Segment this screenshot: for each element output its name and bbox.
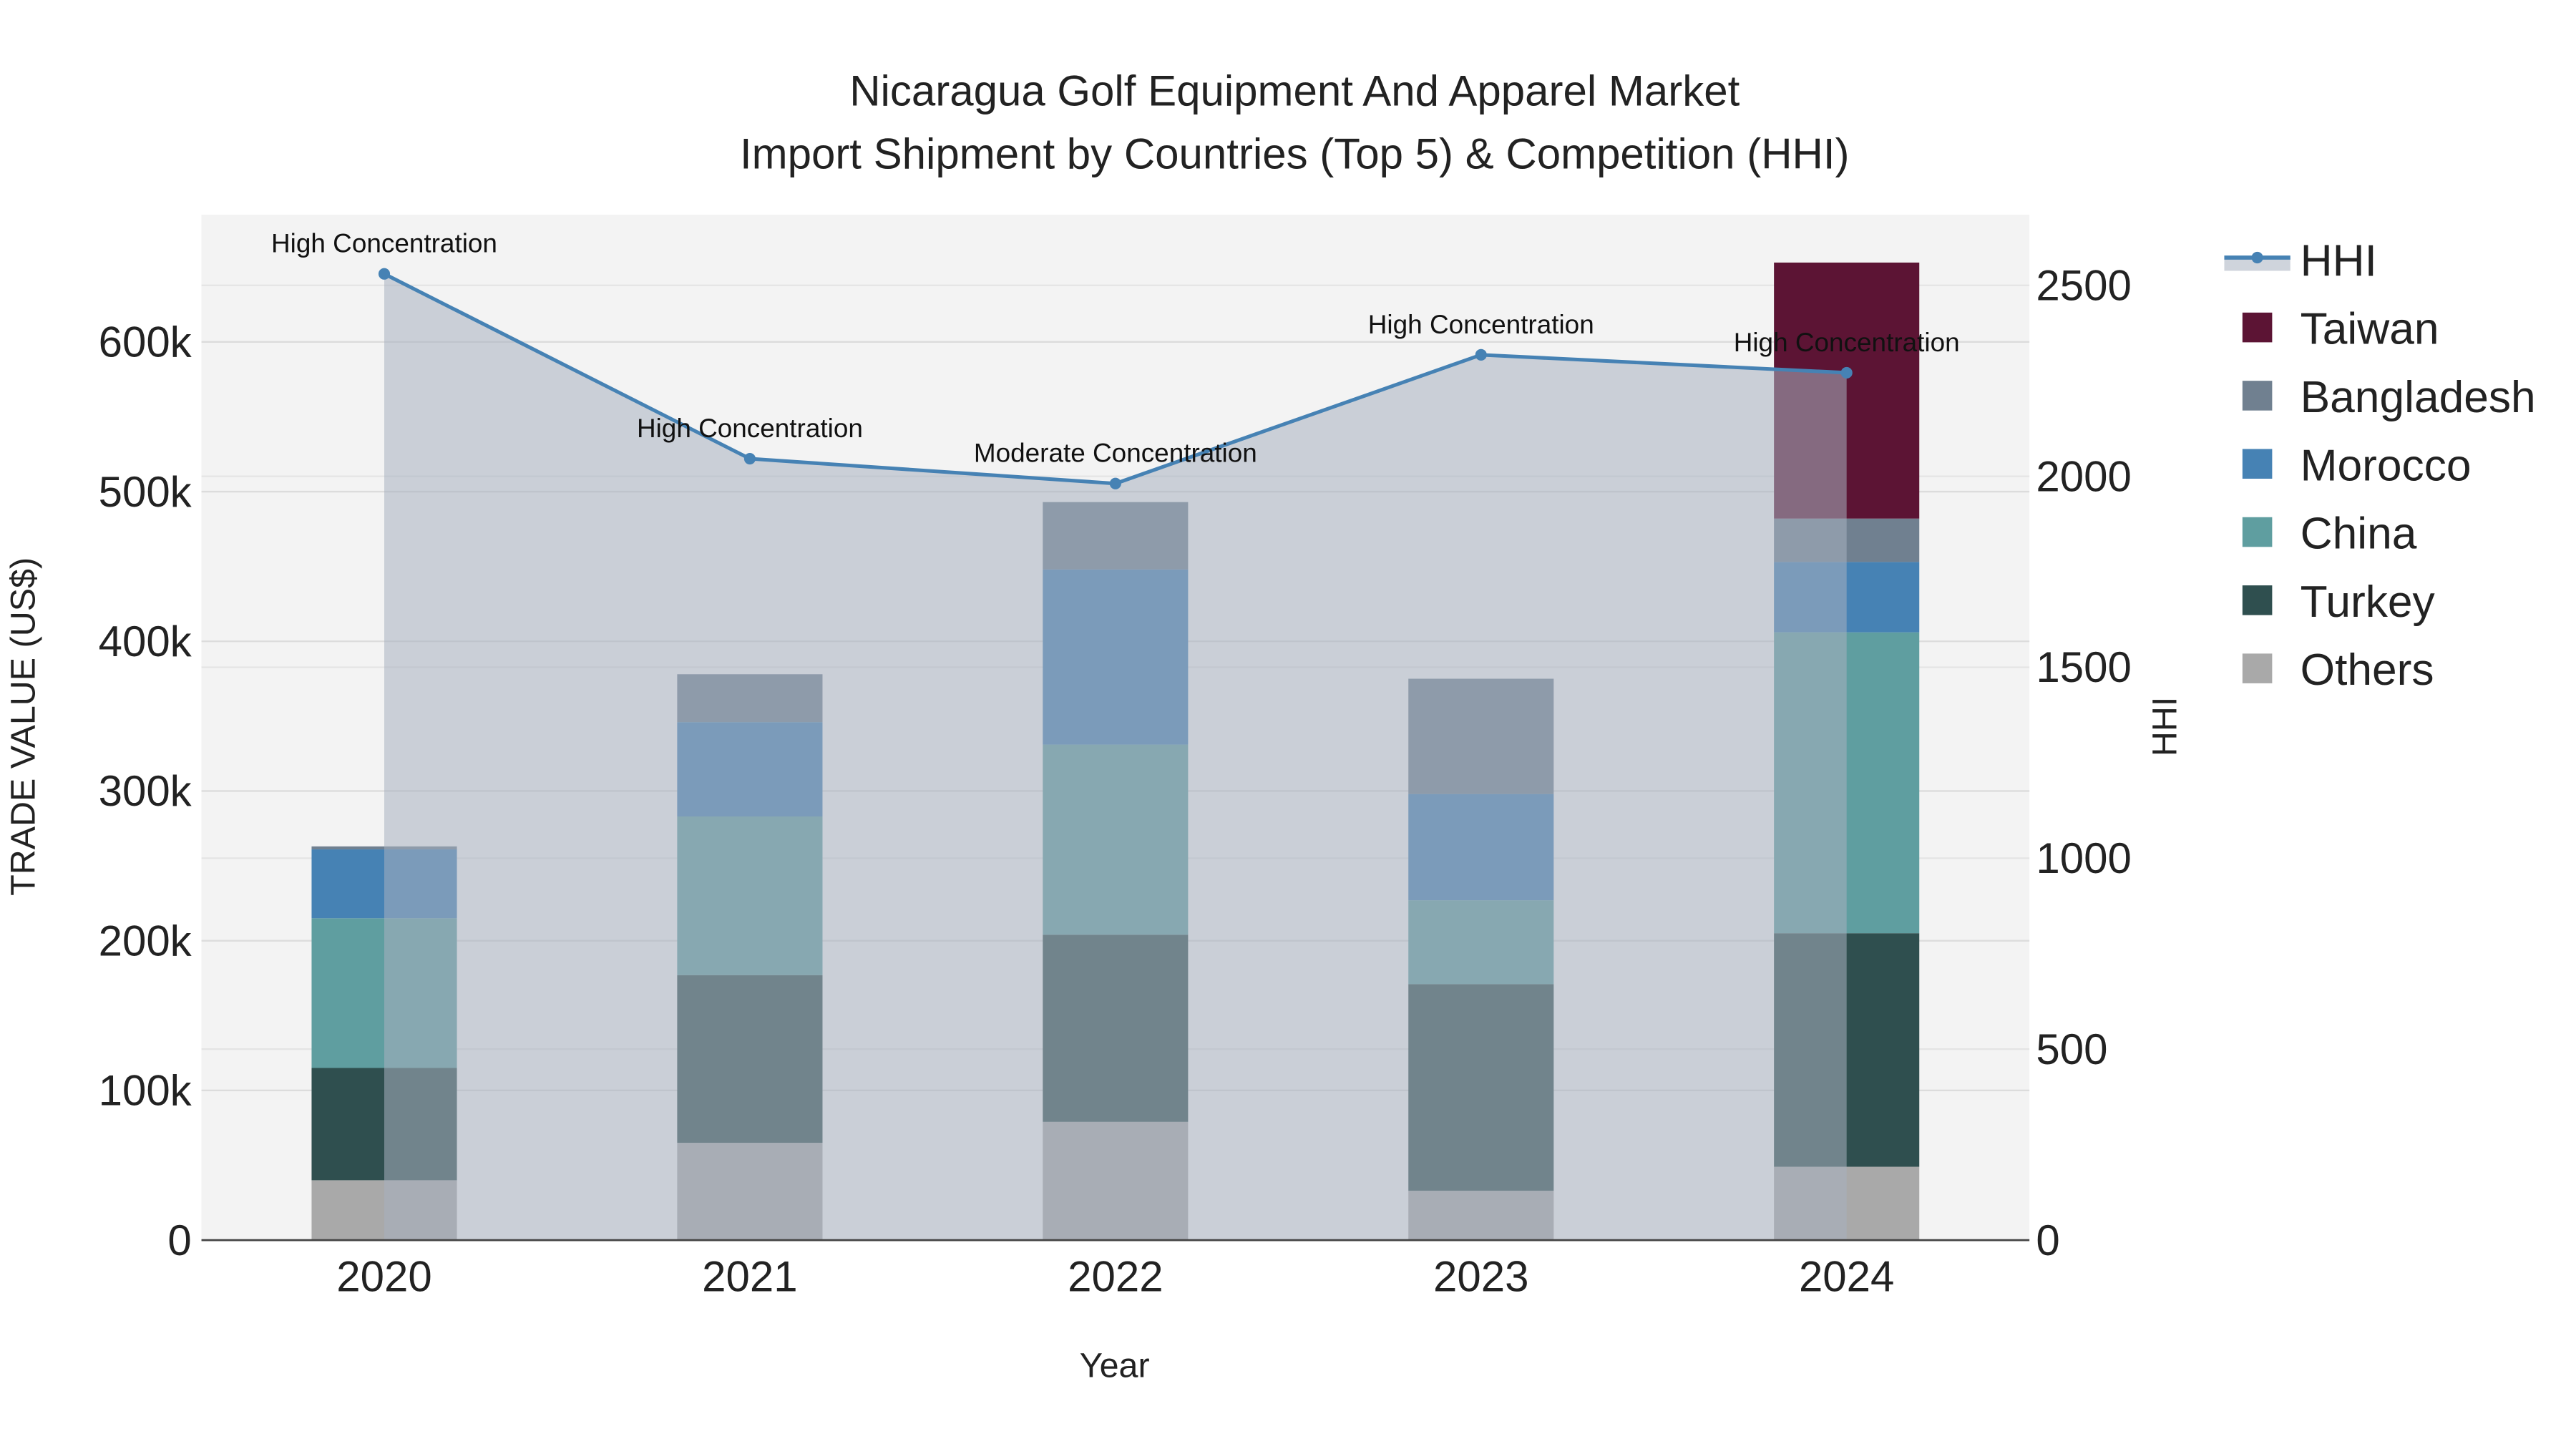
hhi-annotation: High Concentration xyxy=(1368,310,1594,339)
chart-title-line2: Import Shipment by Countries (Top 5) & C… xyxy=(740,130,1850,177)
hhi-point-2022 xyxy=(1109,477,1121,489)
y-tick-label: 100k xyxy=(99,1067,192,1115)
hhi-annotation: High Concentration xyxy=(637,414,863,443)
y-tick-label: 300k xyxy=(99,767,192,815)
hhi-point-2021 xyxy=(743,452,756,465)
legend-label-hhi: HHI xyxy=(2301,236,2377,286)
y2-tick-label: 500 xyxy=(2036,1025,2107,1073)
x-tick-label: 2023 xyxy=(1433,1253,1528,1301)
legend-swatch-others xyxy=(2242,653,2273,683)
y2-tick-label: 2500 xyxy=(2036,262,2131,310)
x-tick-label: 2021 xyxy=(702,1253,797,1301)
y-tick-label: 500k xyxy=(99,468,192,516)
y2-tick-label: 1500 xyxy=(2036,643,2131,691)
chart: Nicaragua Golf Equipment And Apparel Mar… xyxy=(0,0,2576,1449)
hhi-point-2024 xyxy=(1840,366,1853,379)
hhi-annotation: Moderate Concentration xyxy=(974,439,1257,468)
legend-swatch-hhi-marker xyxy=(2251,251,2263,264)
hhi-point-2020 xyxy=(378,268,391,280)
hhi-point-2023 xyxy=(1475,348,1487,361)
legend-label-taiwan: Taiwan xyxy=(2301,305,2439,354)
y-tick-label: 400k xyxy=(99,618,192,665)
chart-title-line1: Nicaragua Golf Equipment And Apparel Mar… xyxy=(849,67,1740,115)
x-tick-label: 2024 xyxy=(1799,1253,1894,1301)
hhi-annotation: High Concentration xyxy=(271,229,497,258)
y2-tick-label: 0 xyxy=(2036,1216,2059,1264)
legend-label-others: Others xyxy=(2301,645,2434,695)
legend-label-bangladesh: Bangladesh xyxy=(2301,373,2536,422)
legend-label-china: China xyxy=(2301,509,2417,559)
legend-swatch-morocco xyxy=(2242,449,2273,479)
y-tick-label: 600k xyxy=(99,318,192,366)
y2-tick-label: 1000 xyxy=(2036,834,2131,882)
x-tick-label: 2022 xyxy=(1068,1253,1163,1301)
legend-swatch-bangladesh xyxy=(2242,381,2273,411)
y2-tick-label: 2000 xyxy=(2036,452,2131,500)
y-tick-label: 200k xyxy=(99,917,192,965)
legend-label-turkey: Turkey xyxy=(2301,577,2436,627)
y-axis-label: TRADE VALUE (US$) xyxy=(4,557,42,896)
x-axis-label: Year xyxy=(1080,1347,1150,1385)
y-tick-label: 0 xyxy=(167,1216,191,1264)
y2-axis-label: HHI xyxy=(2146,697,2185,756)
x-tick-label: 2020 xyxy=(336,1253,431,1301)
legend-swatch-turkey xyxy=(2242,585,2273,615)
legend-label-morocco: Morocco xyxy=(2301,441,2472,490)
legend-swatch-taiwan xyxy=(2242,312,2273,343)
hhi-annotation: High Concentration xyxy=(1734,328,1960,357)
legend-swatch-china xyxy=(2242,517,2273,547)
